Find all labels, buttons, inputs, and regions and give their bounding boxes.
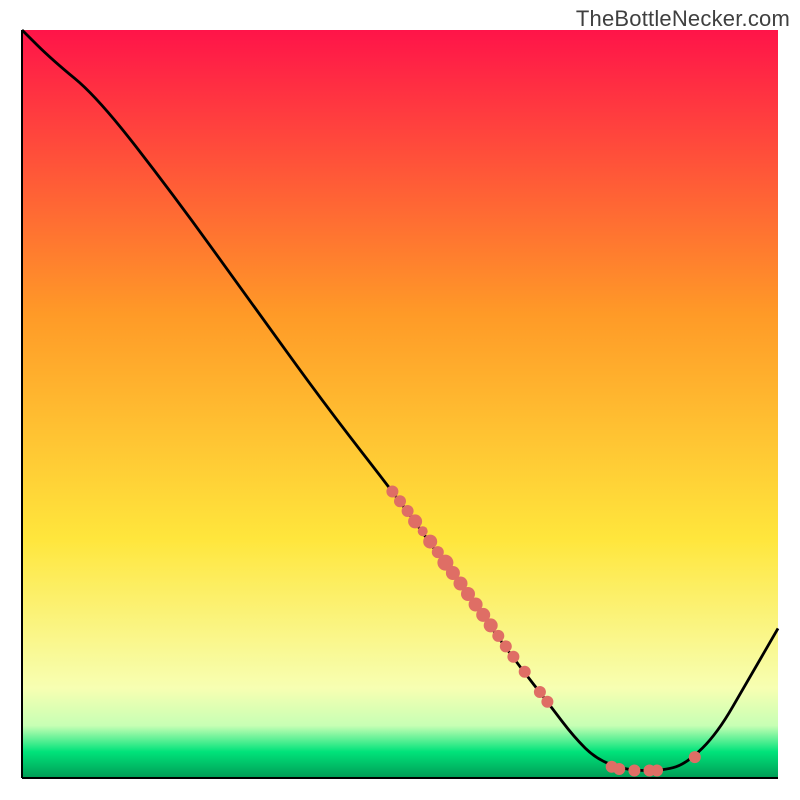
data-marker <box>500 640 512 652</box>
data-marker <box>423 535 437 549</box>
data-marker <box>628 765 640 777</box>
data-marker <box>408 514 422 528</box>
data-marker <box>613 763 625 775</box>
data-marker <box>689 751 701 763</box>
data-marker <box>394 495 406 507</box>
chart-container: TheBottleNecker.com <box>0 0 800 800</box>
data-marker <box>534 686 546 698</box>
data-marker <box>651 765 663 777</box>
data-marker <box>541 696 553 708</box>
data-marker <box>507 651 519 663</box>
data-marker <box>519 666 531 678</box>
data-marker <box>492 630 504 642</box>
bottleneck-curve-plot <box>0 0 800 800</box>
plot-background <box>22 30 778 778</box>
data-marker <box>484 618 498 632</box>
data-marker <box>386 486 398 498</box>
data-marker <box>418 526 428 536</box>
data-marker <box>402 505 414 517</box>
